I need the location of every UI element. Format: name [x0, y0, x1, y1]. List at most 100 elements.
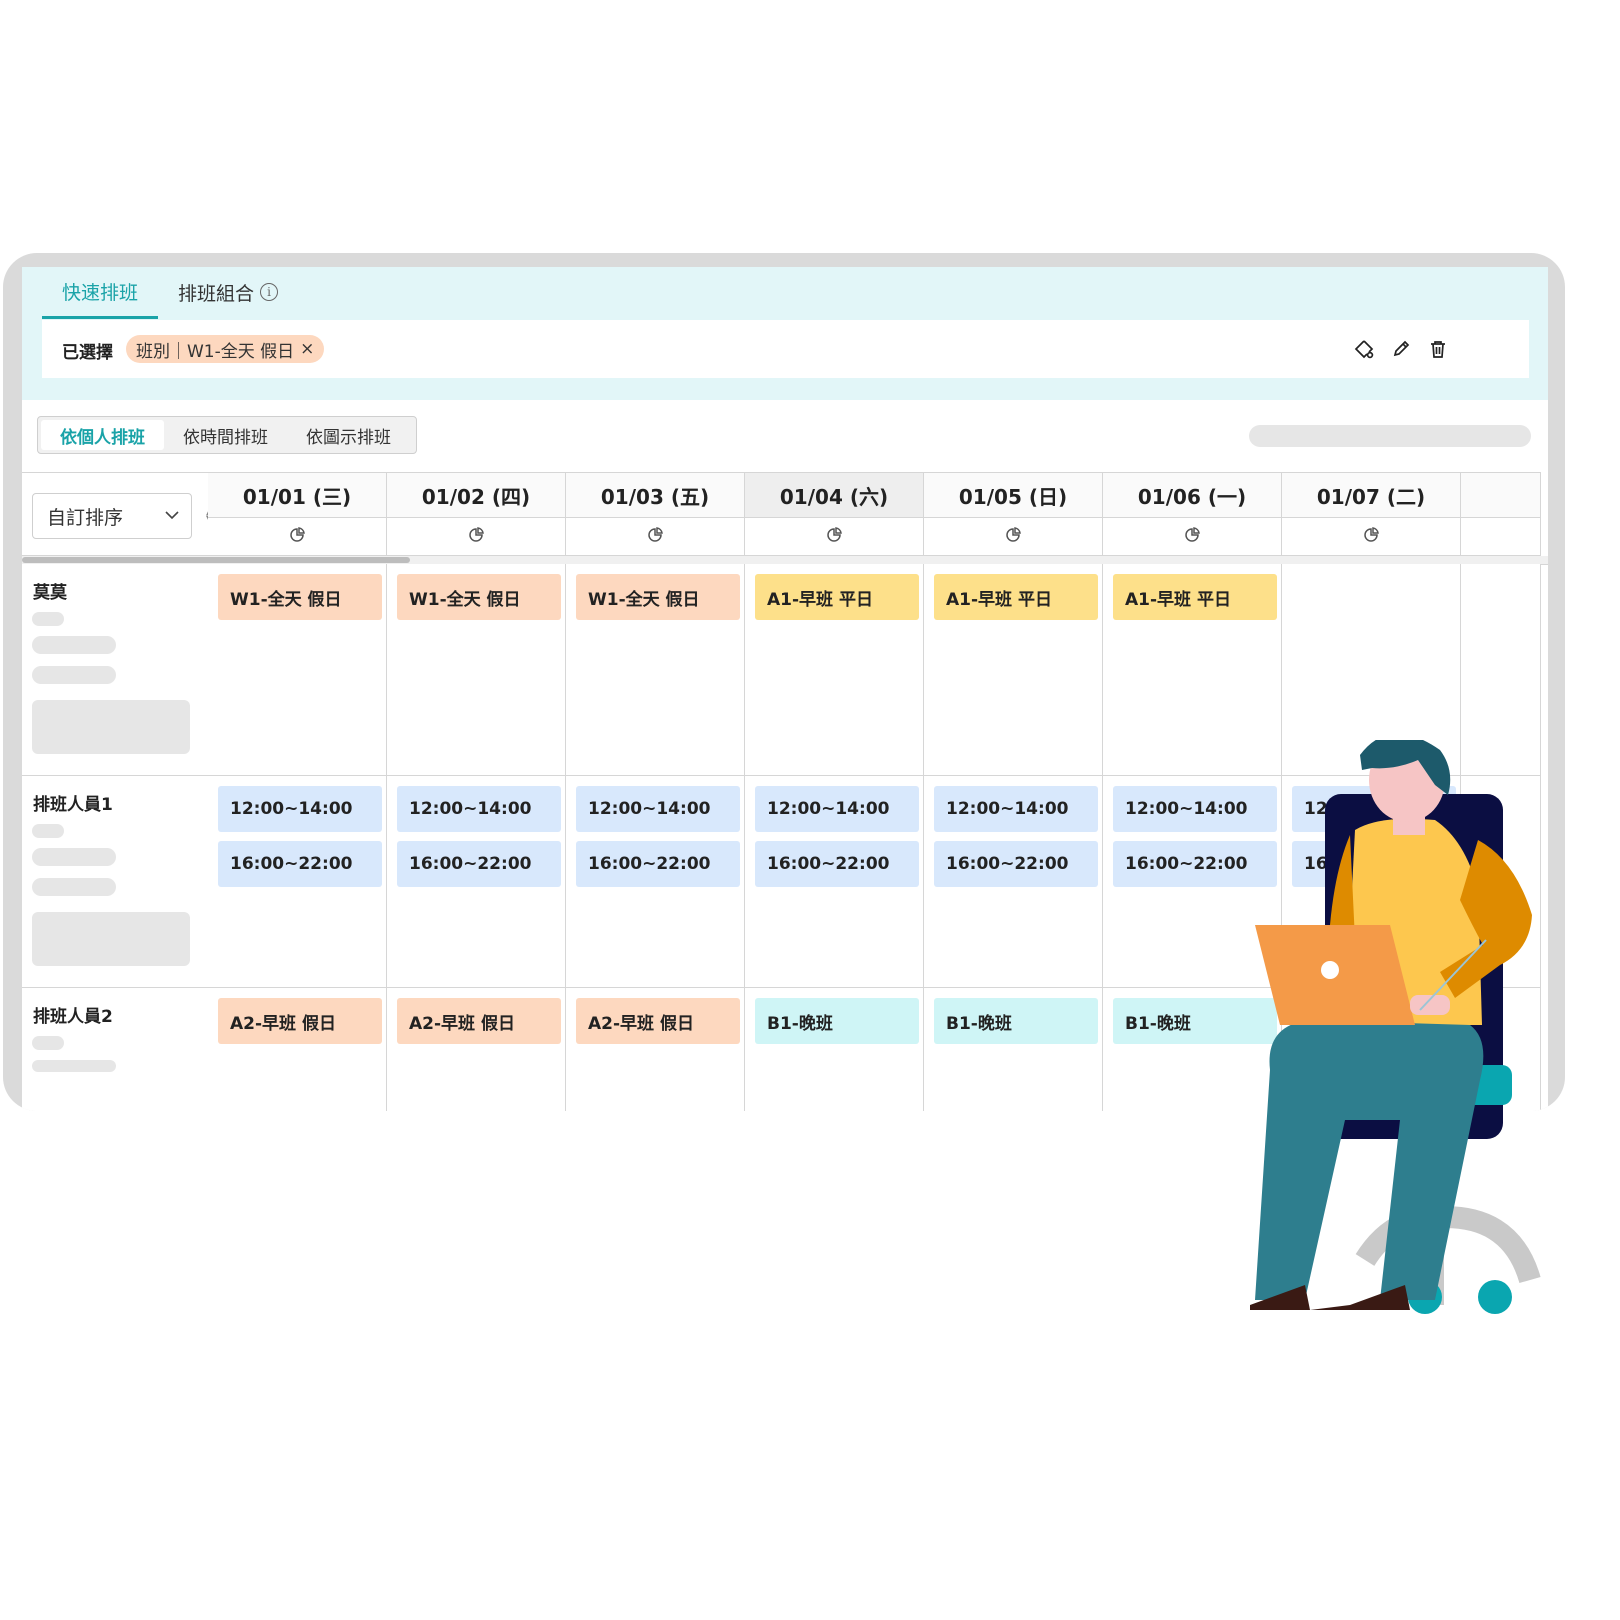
shift-block[interactable]: 16:00~22:00: [934, 841, 1098, 887]
employee-name: 莫莫: [33, 583, 67, 603]
quick-schedule-panel: 快速排班 排班組合 i 已選擇 班別｜W1-全天 假日 ×: [22, 267, 1548, 400]
employee-row-header: 排班人員2: [22, 988, 209, 1111]
employee-row-header: 莫莫: [22, 564, 209, 776]
placeholder-skeleton: [32, 1060, 116, 1072]
shift-block[interactable]: A1-早班 平日: [755, 574, 919, 620]
view-by-icon[interactable]: 依圖示排班: [287, 420, 410, 450]
selection-bar: 已選擇 班別｜W1-全天 假日 ×: [42, 320, 1529, 378]
tab-schedule-combo[interactable]: 排班組合 i: [158, 267, 298, 317]
shift-block[interactable]: A1-早班 平日: [1113, 574, 1277, 620]
placeholder-skeleton: [32, 824, 64, 838]
shift-block[interactable]: 12:00~14:00: [576, 786, 740, 832]
placeholder-skeleton: [32, 912, 190, 966]
view-mode-switch: 依個人排班 依時間排班 依圖示排班: [37, 416, 417, 454]
placeholder-skeleton: [32, 636, 116, 654]
shift-block[interactable]: 12:00~14:00: [397, 786, 561, 832]
placeholder-skeleton: [32, 666, 116, 684]
pie-chart-icon[interactable]: [467, 526, 485, 548]
shift-block[interactable]: 12:00~14:00: [218, 786, 382, 832]
day-header-partial: [1461, 472, 1541, 518]
day-stats-cell: [745, 518, 924, 556]
close-icon[interactable]: ×: [300, 339, 314, 359]
shift-block[interactable]: A2-早班 假日: [218, 998, 382, 1044]
sort-label: 自訂排序: [47, 506, 124, 529]
sort-header-cell: 自訂排序 ▲▼: [22, 472, 214, 556]
pencil-icon[interactable]: [1389, 337, 1413, 361]
person-with-laptop-illustration: [1250, 740, 1541, 1314]
day-stats-cell-partial: [1461, 518, 1541, 556]
tab-label: 快速排班: [62, 282, 139, 304]
placeholder-skeleton: [32, 878, 116, 896]
info-icon[interactable]: i: [260, 283, 279, 301]
shift-block[interactable]: A2-早班 假日: [576, 998, 740, 1044]
day-stats-cell: [1103, 518, 1282, 556]
schedule-cell[interactable]: 12:00~14:00 16:00~22:00: [924, 776, 1103, 988]
palette-icon[interactable]: [1352, 337, 1376, 361]
day-stats-cell: [566, 518, 745, 556]
shift-block[interactable]: 16:00~22:00: [218, 841, 382, 887]
schedule-cell[interactable]: 12:00~14:00 16:00~22:00: [566, 776, 745, 988]
schedule-cell[interactable]: 12:00~14:00 16:00~22:00: [208, 776, 387, 988]
pie-chart-icon[interactable]: [825, 526, 843, 548]
shift-block[interactable]: 12:00~14:00: [934, 786, 1098, 832]
schedule-cell[interactable]: A1-早班 平日: [924, 564, 1103, 776]
employee-row-header: 排班人員1: [22, 776, 209, 988]
tab-label: 排班組合: [178, 282, 255, 305]
placeholder-skeleton: [32, 612, 64, 626]
pie-chart-icon[interactable]: [1004, 526, 1022, 548]
schedule-cell[interactable]: 12:00~14:00 16:00~22:00: [387, 776, 566, 988]
day-header: 01/07 (二): [1282, 472, 1461, 518]
selected-shift-chip[interactable]: 班別｜W1-全天 假日 ×: [126, 335, 325, 363]
employee-name: 排班人員1: [33, 795, 113, 815]
pie-chart-icon[interactable]: [1362, 526, 1380, 548]
placeholder-skeleton: [32, 848, 116, 866]
pie-chart-icon[interactable]: [646, 526, 664, 548]
schedule-cell[interactable]: W1-全天 假日: [208, 564, 387, 776]
shift-block[interactable]: 16:00~22:00: [397, 841, 561, 887]
schedule-cell[interactable]: 12:00~14:00 16:00~22:00: [745, 776, 924, 988]
day-header: 01/01 (三): [208, 472, 387, 518]
day-header: 01/05 (日): [924, 472, 1103, 518]
sort-dropdown[interactable]: 自訂排序: [32, 493, 192, 539]
shift-block[interactable]: B1-晚班: [934, 998, 1098, 1044]
shift-block[interactable]: 16:00~22:00: [755, 841, 919, 887]
shift-block[interactable]: W1-全天 假日: [218, 574, 382, 620]
shift-block[interactable]: W1-全天 假日: [397, 574, 561, 620]
schedule-cell[interactable]: A1-早班 平日: [745, 564, 924, 776]
shift-block[interactable]: A2-早班 假日: [397, 998, 561, 1044]
day-stats-cell: [1282, 518, 1461, 556]
schedule-cell[interactable]: W1-全天 假日: [566, 564, 745, 776]
pie-chart-icon[interactable]: [288, 526, 306, 548]
day-header: 01/06 (一): [1103, 472, 1282, 518]
selected-label: 已選擇: [62, 343, 113, 363]
view-by-time[interactable]: 依時間排班: [164, 420, 287, 450]
placeholder-skeleton: [32, 700, 190, 754]
scrollbar-thumb[interactable]: [22, 557, 410, 563]
day-header: 01/03 (五): [566, 472, 745, 518]
schedule-cell[interactable]: B1-晚班: [924, 988, 1103, 1111]
chip-label: 班別｜W1-全天 假日: [136, 341, 295, 362]
day-header: 01/04 (六): [745, 472, 924, 518]
tab-quick-schedule[interactable]: 快速排班: [42, 267, 159, 319]
shift-block[interactable]: 12:00~14:00: [755, 786, 919, 832]
shift-block[interactable]: B1-晚班: [755, 998, 919, 1044]
shift-block[interactable]: A1-早班 平日: [934, 574, 1098, 620]
trash-icon[interactable]: [1426, 337, 1450, 361]
day-stats-cell: [387, 518, 566, 556]
tab-bar: 快速排班 排班組合 i: [42, 267, 298, 319]
view-by-person[interactable]: 依個人排班: [41, 420, 164, 450]
day-stats-cell: [208, 518, 387, 556]
search-placeholder-bar[interactable]: [1249, 425, 1531, 447]
chevron-down-icon: [165, 511, 179, 520]
schedule-cell[interactable]: A2-早班 假日: [387, 988, 566, 1111]
schedule-cell[interactable]: A2-早班 假日: [566, 988, 745, 1111]
schedule-cell[interactable]: B1-晚班: [745, 988, 924, 1111]
employee-name: 排班人員2: [33, 1007, 113, 1027]
day-stats-cell: [924, 518, 1103, 556]
schedule-cell[interactable]: W1-全天 假日: [387, 564, 566, 776]
shift-block[interactable]: 16:00~22:00: [576, 841, 740, 887]
schedule-cell[interactable]: A2-早班 假日: [208, 988, 387, 1111]
placeholder-skeleton: [32, 1036, 64, 1050]
shift-block[interactable]: W1-全天 假日: [576, 574, 740, 620]
pie-chart-icon[interactable]: [1183, 526, 1201, 548]
